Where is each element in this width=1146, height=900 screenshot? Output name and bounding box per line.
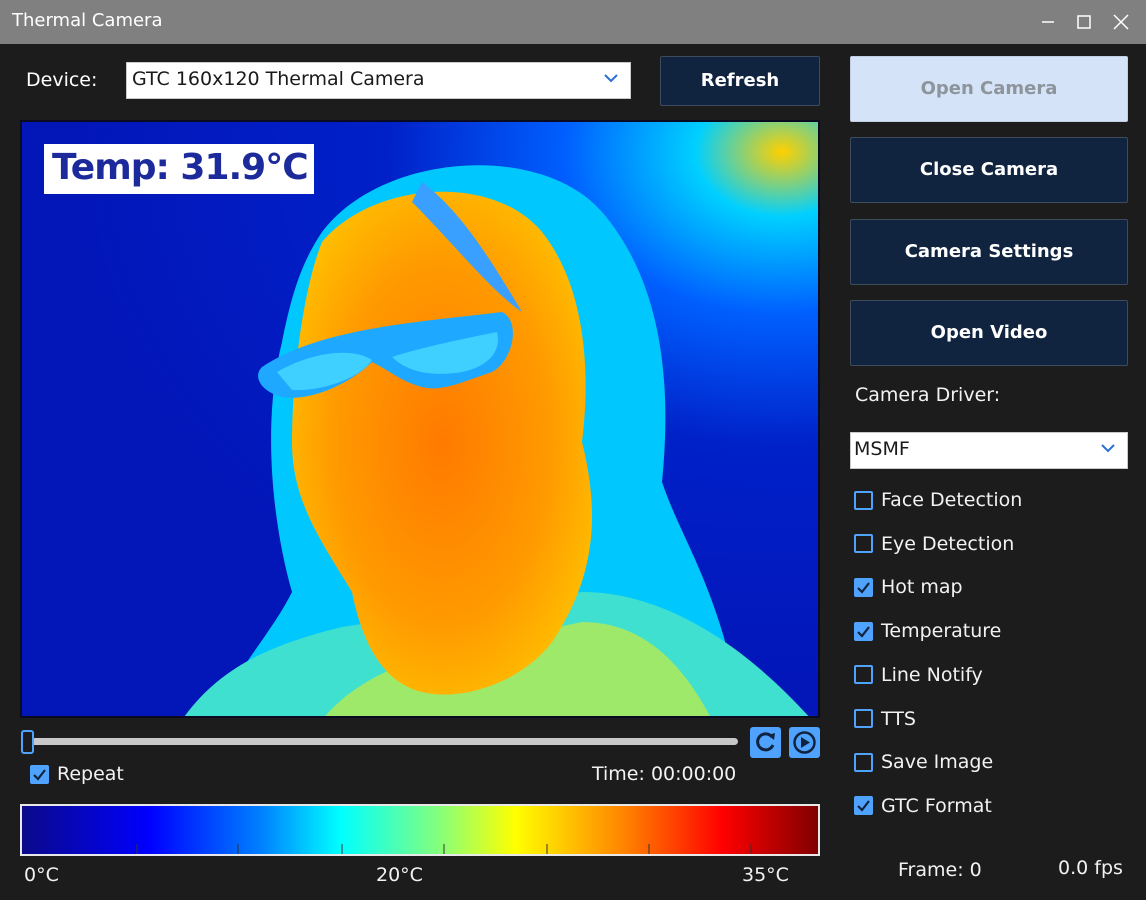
colorbar-label-mid: 20°C [376,864,423,886]
checkbox-icon [854,534,873,554]
checkbox-icon [854,752,873,772]
gtc-format-checkbox[interactable]: GTC Format [854,795,992,817]
line-notify-checkbox[interactable]: Line Notify [854,664,983,686]
tts-label: TTS [881,707,916,730]
play-icon [793,731,816,754]
eye-detection-checkbox[interactable]: Eye Detection [854,533,1014,555]
temperature-label: Temperature [881,620,1002,643]
gtc-format-label: GTC Format [881,794,992,817]
checkbox-icon [854,490,873,510]
save-image-label: Save Image [881,751,994,774]
fps-readout: 0.0 fps [1058,857,1123,879]
face-detection-label: Face Detection [881,489,1023,511]
camera-settings-button[interactable]: Camera Settings [850,219,1128,285]
colorbar-label-max: 35°C [742,864,789,886]
face-detection-checkbox[interactable]: Face Detection [854,489,1022,511]
repeat-label: Repeat [57,763,124,785]
open-camera-button[interactable]: Open Camera [850,56,1128,122]
thermal-image [22,122,818,716]
minimize-icon [1042,21,1054,23]
minimize-button[interactable] [1033,7,1063,37]
checkbox-icon [854,796,873,816]
device-select-value: GTC 160x120 Thermal Camera [132,68,425,90]
chevron-down-icon [1101,444,1115,453]
thermal-video-view: Temp: 31.9°C [20,120,820,718]
chevron-down-icon [604,74,618,83]
checkbox-icon [854,621,873,641]
window-title: Thermal Camera [12,10,163,31]
camera-driver-value: MSMF [854,438,910,460]
close-camera-button[interactable]: Close Camera [850,137,1128,203]
device-label: Device: [26,69,98,91]
device-select[interactable]: GTC 160x120 Thermal Camera [126,62,631,99]
playback-slider-track[interactable] [30,738,738,745]
colorbar-label-min: 0°C [24,864,59,886]
repeat-checkbox[interactable]: Repeat [30,763,124,785]
frame-counter: Frame: 0 [898,859,982,881]
temperature-overlay: Temp: 31.9°C [44,144,314,194]
checkbox-icon [854,665,873,685]
replay-icon [756,732,775,752]
close-icon [1113,14,1129,30]
replay-button[interactable] [750,727,781,758]
play-button[interactable] [789,727,820,758]
playback-slider-thumb[interactable] [21,730,34,754]
hot-map-checkbox[interactable]: Hot map [854,576,963,598]
refresh-button[interactable]: Refresh [660,56,820,106]
open-video-button[interactable]: Open Video [850,300,1128,366]
maximize-button[interactable] [1069,7,1099,37]
checkbox-icon [854,577,873,597]
close-window-button[interactable] [1106,7,1136,37]
temperature-checkbox[interactable]: Temperature [854,620,1001,642]
maximize-icon [1077,15,1091,29]
temperature-colorbar [20,804,820,856]
save-image-checkbox[interactable]: Save Image [854,751,993,773]
tts-checkbox[interactable]: TTS [854,708,916,730]
title-bar: Thermal Camera [0,0,1146,44]
checkbox-icon [30,764,49,784]
camera-driver-select[interactable]: MSMF [850,432,1128,469]
line-notify-label: Line Notify [881,663,983,686]
colorbar-ticks [136,844,752,854]
hot-map-label: Hot map [881,576,963,599]
camera-driver-label: Camera Driver: [855,384,1001,406]
time-readout: Time: 00:00:00 [592,763,737,785]
eye-detection-label: Eye Detection [881,532,1015,555]
checkbox-icon [854,709,873,728]
